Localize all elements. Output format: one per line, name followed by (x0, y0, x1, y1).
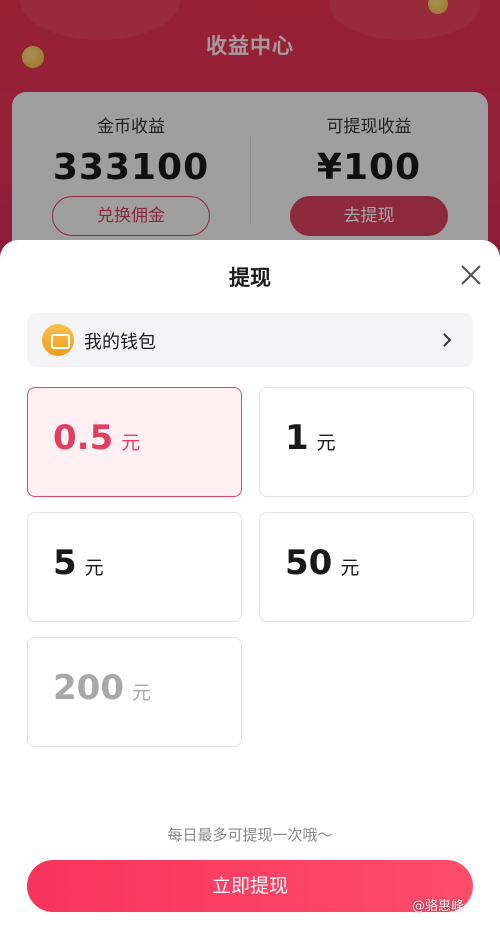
amount-option-1[interactable]: 1元 (259, 387, 474, 497)
amount-option-50[interactable]: 50 元 (259, 512, 474, 622)
amount-value: 0.5 元 (53, 418, 140, 458)
amount-option-0-5[interactable]: 0.5 元 (27, 387, 242, 497)
amount-unit: 元 (340, 557, 360, 579)
amount-number: 200 (53, 668, 124, 708)
amount-option-5[interactable]: 5元 (27, 512, 242, 622)
amount-unit: 元 (121, 432, 141, 454)
amount-number: 1 (285, 418, 309, 458)
wallet-row[interactable]: 我的钱包 (27, 313, 473, 367)
wallet-icon (42, 324, 74, 356)
withdraw-now-button[interactable]: 立即提现 (27, 860, 473, 912)
withdraw-limit-note: 每日最多可提现一次哦～ (167, 826, 333, 844)
close-icon[interactable] (458, 262, 484, 288)
sheet-title: 提现 (229, 266, 271, 290)
watermark: @骆惠峰 (412, 899, 465, 914)
amount-option-200: 200 元 (27, 637, 242, 747)
amount-number: 50 (285, 543, 333, 583)
amount-value: 200 元 (53, 668, 151, 708)
withdraw-sheet: 提现 我的钱包 0.5 元 1元 5元 50 元 200 元 每日最多可提现一次… (0, 240, 500, 925)
amount-unit: 元 (131, 682, 151, 704)
amount-unit: 元 (84, 557, 104, 579)
wallet-label: 我的钱包 (84, 332, 156, 353)
chevron-right-icon (443, 333, 452, 347)
amount-number: 5 (53, 543, 77, 583)
amount-value: 5元 (53, 543, 104, 583)
amount-value: 1元 (285, 418, 336, 458)
amount-unit: 元 (316, 432, 336, 454)
amount-number: 0.5 (53, 418, 114, 458)
amount-value: 50 元 (285, 543, 359, 583)
